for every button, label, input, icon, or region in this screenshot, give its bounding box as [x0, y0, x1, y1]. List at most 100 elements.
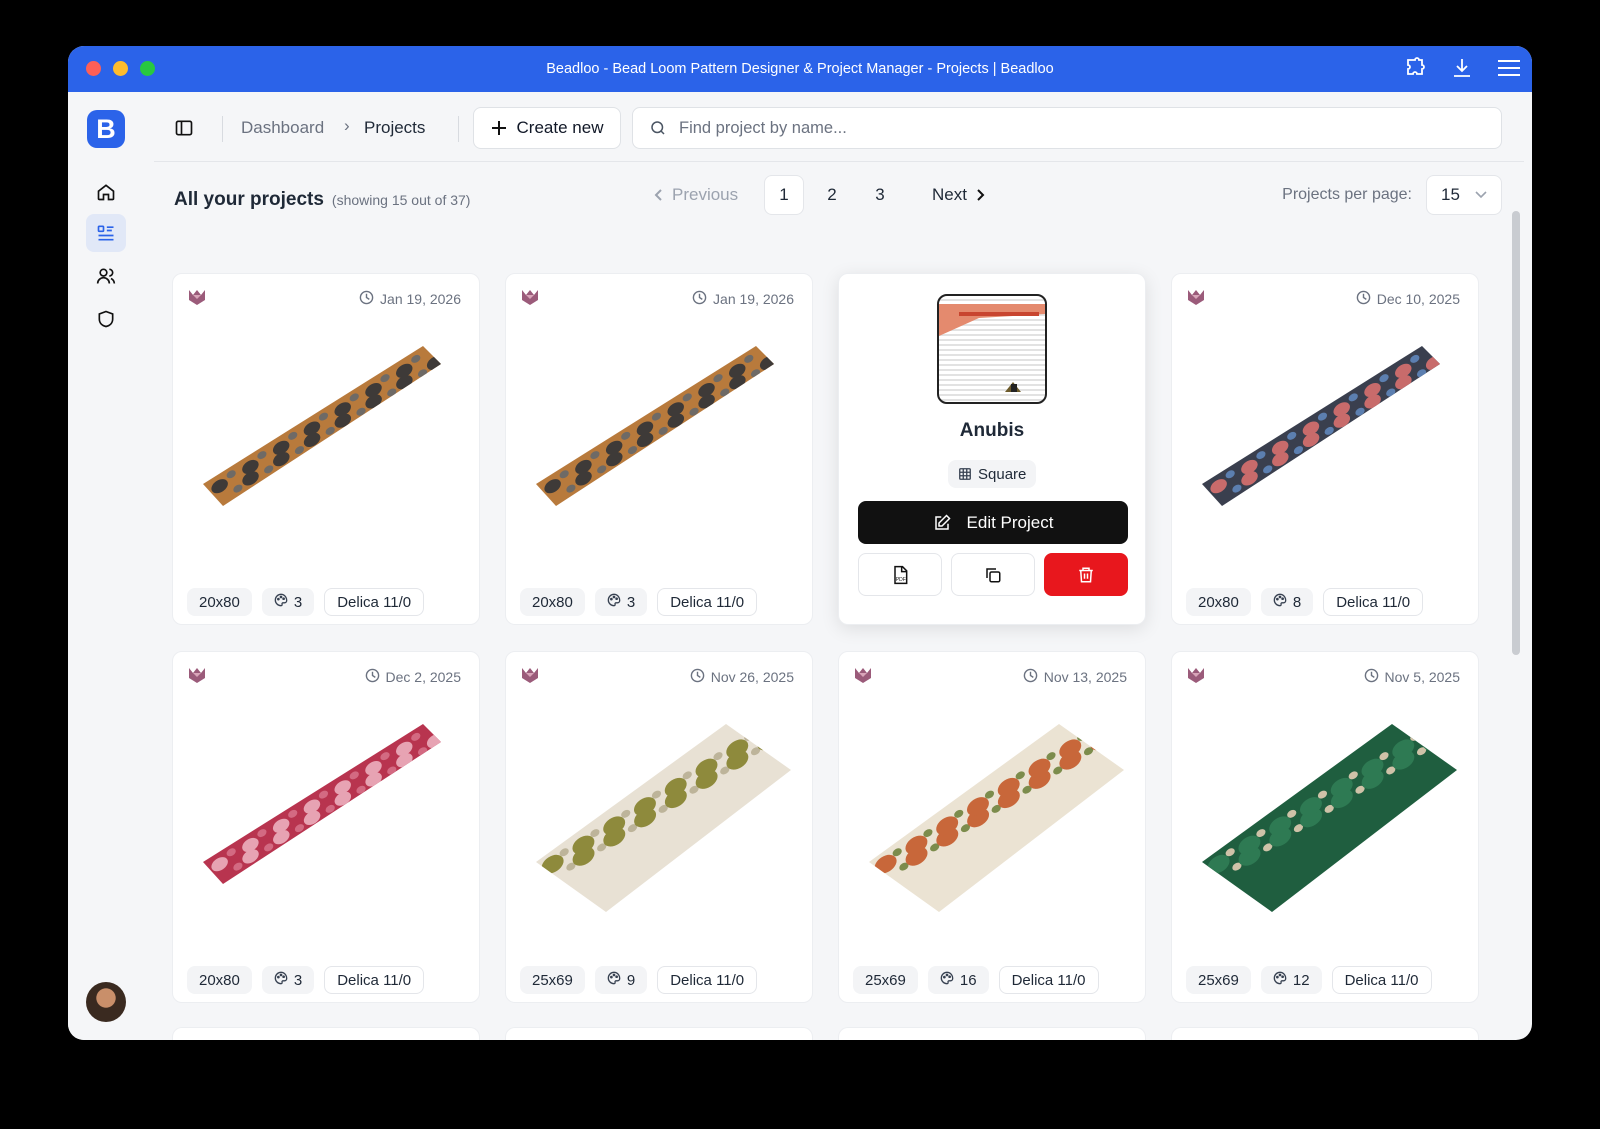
next-page-button[interactable]: Next	[932, 185, 985, 205]
sidebar-item-projects[interactable]	[86, 214, 126, 252]
size-badge: 20x80	[1186, 588, 1251, 616]
page-3-button[interactable]: 3	[860, 175, 900, 215]
bead-type-badge: Delica 11/0	[657, 966, 758, 994]
pagination: Previous 1 2 3 Next	[654, 175, 985, 215]
clock-icon	[692, 290, 707, 308]
extensions-icon[interactable]	[1404, 56, 1428, 80]
pattern-preview	[1192, 712, 1460, 932]
user-avatar[interactable]	[86, 982, 126, 1022]
breadcrumb-dashboard[interactable]: Dashboard	[241, 118, 324, 138]
color-count: 16	[959, 971, 977, 989]
per-page-value: 15	[1441, 185, 1460, 204]
project-card[interactable]: Nov 5, 2025 25x69 12 Delica 11/0	[1171, 651, 1479, 1003]
export-pdf-button[interactable]: PDF	[858, 553, 942, 596]
project-name: Anubis	[959, 420, 1025, 441]
search-box[interactable]	[632, 107, 1502, 149]
window-controls	[86, 61, 155, 76]
projects-list-icon	[97, 225, 114, 241]
clock-icon	[359, 290, 374, 308]
project-card[interactable]: Dec 10, 2025 20x80 8 Delica 11/0	[1171, 273, 1479, 625]
app-logo[interactable]: B	[87, 110, 125, 148]
project-card[interactable]: Nov 5, 2025	[505, 1027, 813, 1040]
close-window-button[interactable]	[86, 61, 101, 76]
project-card[interactable]: Anubis Square Edit Project PDF	[838, 273, 1146, 625]
toggle-sidebar-icon[interactable]	[174, 118, 194, 143]
download-icon[interactable]	[1450, 56, 1474, 80]
project-card[interactable]: Jan 19, 2026 20x80 3 Delica 11/0	[172, 273, 480, 625]
project-tags: 20x80 3 Delica 11/0	[187, 966, 425, 994]
date-text: Nov 26, 2025	[710, 669, 794, 685]
pattern-preview	[859, 712, 1127, 932]
per-page-select[interactable]: 15	[1426, 175, 1502, 215]
project-card[interactable]: Jan 19, 2026 20x80 3 Delica 11/0	[505, 273, 813, 625]
page-2-button[interactable]: 2	[812, 175, 852, 215]
project-card[interactable]: Dec 2, 2025 20x80 3 Delica 11/0	[172, 651, 480, 1003]
users-icon	[96, 268, 116, 284]
delete-button[interactable]	[1044, 553, 1128, 596]
page-1-button[interactable]: 1	[764, 175, 804, 215]
breadcrumb-projects: Projects	[364, 118, 426, 137]
palette-icon	[274, 593, 288, 611]
project-card[interactable]: Nov 4, 2025	[1171, 1027, 1479, 1040]
window-title: Beadloo - Bead Loom Pattern Designer & P…	[546, 61, 1054, 77]
pdf-icon: PDF	[894, 565, 908, 584]
app-window: Beadloo - Bead Loom Pattern Designer & P…	[68, 46, 1532, 1040]
size-badge: 25x69	[520, 966, 585, 994]
maximize-window-button[interactable]	[140, 61, 155, 76]
edit-project-label: Edit Project	[966, 512, 1054, 532]
pattern-preview	[193, 334, 461, 554]
plus-icon	[491, 121, 506, 135]
chevron-down-icon	[1475, 191, 1487, 199]
palette-icon	[1273, 593, 1287, 611]
project-thumbnail	[937, 294, 1047, 404]
project-date: Dec 2, 2025	[365, 668, 461, 686]
project-tags: 20x80 3 Delica 11/0	[520, 588, 758, 616]
project-card[interactable]: Nov 13, 2025 25x69 16 Delica 11/0	[838, 651, 1146, 1003]
bead-loom-icon	[520, 666, 540, 689]
project-tags: 25x69 9 Delica 11/0	[520, 966, 758, 994]
palette-icon	[1273, 971, 1287, 989]
project-tags: 20x80 3 Delica 11/0	[187, 588, 425, 616]
date-text: Jan 19, 2026	[713, 291, 794, 307]
showing-count: (showing 15 out of 37)	[331, 192, 471, 208]
pattern-preview	[193, 712, 461, 932]
bead-loom-icon	[187, 666, 207, 689]
palette-icon	[274, 971, 288, 989]
size-badge: 20x80	[187, 966, 252, 994]
search-input[interactable]	[679, 118, 1279, 138]
color-count: 12	[1292, 971, 1310, 989]
project-card[interactable]: Nov 5, 2025	[172, 1027, 480, 1040]
color-count: 9	[626, 971, 636, 989]
sidebar: B	[68, 92, 154, 1040]
sidebar-item-security[interactable]	[86, 300, 126, 338]
color-count-badge: 3	[261, 966, 315, 994]
home-icon	[97, 184, 115, 201]
previous-page-button[interactable]: Previous	[654, 185, 764, 205]
per-page-label: Projects per page:	[1282, 186, 1412, 203]
title-bar: Beadloo - Bead Loom Pattern Designer & P…	[68, 46, 1532, 92]
palette-icon	[607, 593, 621, 611]
size-badge: 25x69	[1186, 966, 1251, 994]
pattern-preview	[526, 712, 794, 932]
project-card[interactable]: Nov 26, 2025 25x69 9 Delica 11/0	[505, 651, 813, 1003]
create-new-button[interactable]: Create new	[473, 107, 621, 149]
bead-type-badge: Delica 11/0	[324, 966, 425, 994]
shape-badge: Square	[948, 460, 1037, 488]
page-heading: All your projects (showing 15 out of 37)	[174, 189, 470, 211]
sidebar-item-users[interactable]	[86, 257, 126, 295]
duplicate-button[interactable]	[951, 553, 1035, 596]
menu-icon[interactable]	[1496, 56, 1522, 80]
per-page-control: Projects per page: 15	[1282, 175, 1502, 215]
clock-icon	[1364, 668, 1379, 686]
svg-text:PDF: PDF	[896, 576, 906, 582]
project-card[interactable]: Nov 5, 2025	[838, 1027, 1146, 1040]
sidebar-item-home[interactable]	[86, 173, 126, 211]
color-count: 3	[626, 593, 636, 611]
edit-project-button[interactable]: Edit Project	[858, 501, 1128, 544]
scrollbar[interactable]	[1512, 211, 1520, 655]
bead-type-badge: Delica 11/0	[1331, 966, 1432, 994]
date-text: Nov 13, 2025	[1043, 669, 1127, 685]
date-text: Nov 5, 2025	[1384, 669, 1461, 685]
color-count-badge: 3	[261, 588, 315, 616]
minimize-window-button[interactable]	[113, 61, 128, 76]
